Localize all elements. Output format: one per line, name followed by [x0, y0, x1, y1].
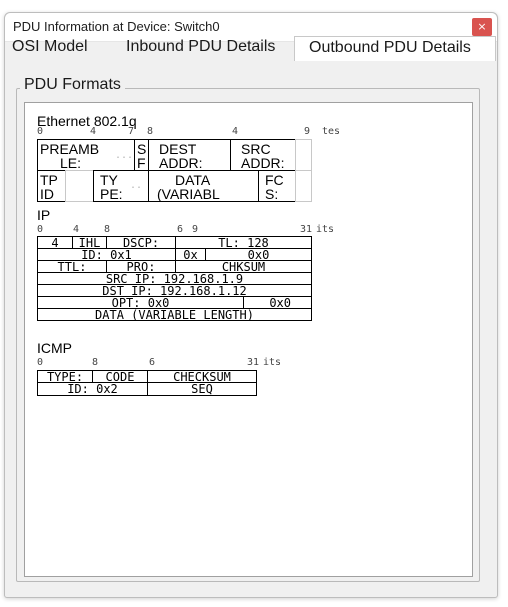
eth-fcs-cell: FC S:: [258, 170, 296, 202]
eth-tpid-label-2: ID: [40, 186, 54, 202]
icmp-title: ICMP: [37, 340, 72, 356]
ruler-mark: 31: [300, 224, 313, 235]
eth-tpid-label: TP: [40, 172, 58, 188]
eth-src-addr-cell: SRC ADDR:: [230, 139, 296, 171]
ruler-mark: 0: [37, 224, 44, 235]
ruler-mark: 4: [232, 126, 239, 137]
eth-data-cell: DATA (VARIABL: [148, 170, 259, 202]
eth-tpid-cell: TP ID: [37, 170, 66, 202]
eth-data-label: DATA: [175, 172, 211, 188]
ethernet-title: Ethernet 802.1q: [37, 113, 137, 129]
close-button[interactable]: ×: [472, 18, 492, 36]
eth-ellipsis: ...: [115, 150, 134, 161]
ruler-mark: tes: [322, 126, 341, 137]
icmp-id-cell: ID: 0x2: [37, 382, 148, 396]
tab-bar: OSI Model Inbound PDU Details Outbound P…: [10, 36, 496, 61]
icmp-id: ID: 0x2: [67, 382, 118, 396]
eth-tci-cell: [65, 170, 94, 202]
eth-spacer-cell: [295, 139, 312, 171]
ip-title: IP: [37, 207, 51, 223]
icmp-seq-cell: SEQ: [147, 382, 257, 396]
pdu-formats-label: PDU Formats: [20, 76, 125, 94]
ip-data: DATA (VARIABLE LENGTH): [95, 308, 254, 321]
ruler-mark: 7: [128, 126, 135, 137]
eth-dest-addr-cell: DEST ADDR:: [148, 139, 231, 171]
tab-outbound-pdu-details[interactable]: Outbound PDU Details: [294, 36, 496, 61]
ruler-mark: 0: [37, 357, 44, 368]
eth-dest-label: DEST: [159, 141, 197, 157]
ruler-mark: 0: [37, 126, 44, 137]
ruler-mark: 4: [73, 224, 80, 235]
ruler-mark: its: [316, 224, 335, 235]
ip-data-cell: DATA (VARIABLE LENGTH): [37, 308, 312, 321]
ruler-mark: 8: [147, 126, 154, 137]
tab-osi-model[interactable]: OSI Model: [12, 36, 88, 58]
eth-data-label-2: (VARIABL: [157, 186, 220, 202]
eth-dest-label-2: ADDR:: [159, 155, 203, 171]
eth-fcs-label: FC: [265, 172, 284, 188]
ruler-mark: 6: [149, 357, 156, 368]
ruler-mark: 9: [192, 224, 199, 235]
eth-sfd-label-2: F: [137, 155, 146, 171]
eth-sfd-label: S: [137, 141, 147, 157]
icmp-seq: SEQ: [191, 382, 213, 396]
ruler-mark: 8: [104, 224, 111, 235]
ruler-mark: 8: [92, 357, 99, 368]
ruler-mark: 6: [177, 224, 184, 235]
window-title: PDU Information at Device: Switch0: [13, 19, 220, 34]
ruler-mark: 9: [304, 126, 311, 137]
eth-sfd-cell: S F: [134, 139, 149, 171]
eth-spacer-cell: [295, 170, 312, 202]
eth-fcs-label-2: S:: [265, 186, 279, 202]
eth-src-label-2: ADDR:: [241, 155, 285, 171]
eth-type-ellipsis: ..: [130, 180, 143, 191]
ruler-mark: 4: [90, 126, 97, 137]
tab-inbound-pdu-details[interactable]: Inbound PDU Details: [126, 36, 275, 58]
ruler-mark: its: [263, 357, 282, 368]
ruler-mark: 31: [247, 357, 260, 368]
eth-src-label: SRC: [241, 141, 271, 157]
